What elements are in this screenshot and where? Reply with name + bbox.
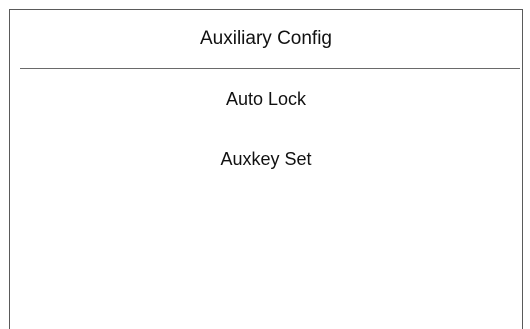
menu-item-auxkey-set[interactable]: Auxkey Set	[10, 129, 522, 189]
menu-list: Auto Lock Auxkey Set	[10, 69, 522, 189]
device-screen: Auxiliary Config Auto Lock Auxkey Set	[9, 9, 523, 329]
menu-item-auto-lock[interactable]: Auto Lock	[10, 69, 522, 129]
page-title: Auxiliary Config	[200, 28, 332, 49]
